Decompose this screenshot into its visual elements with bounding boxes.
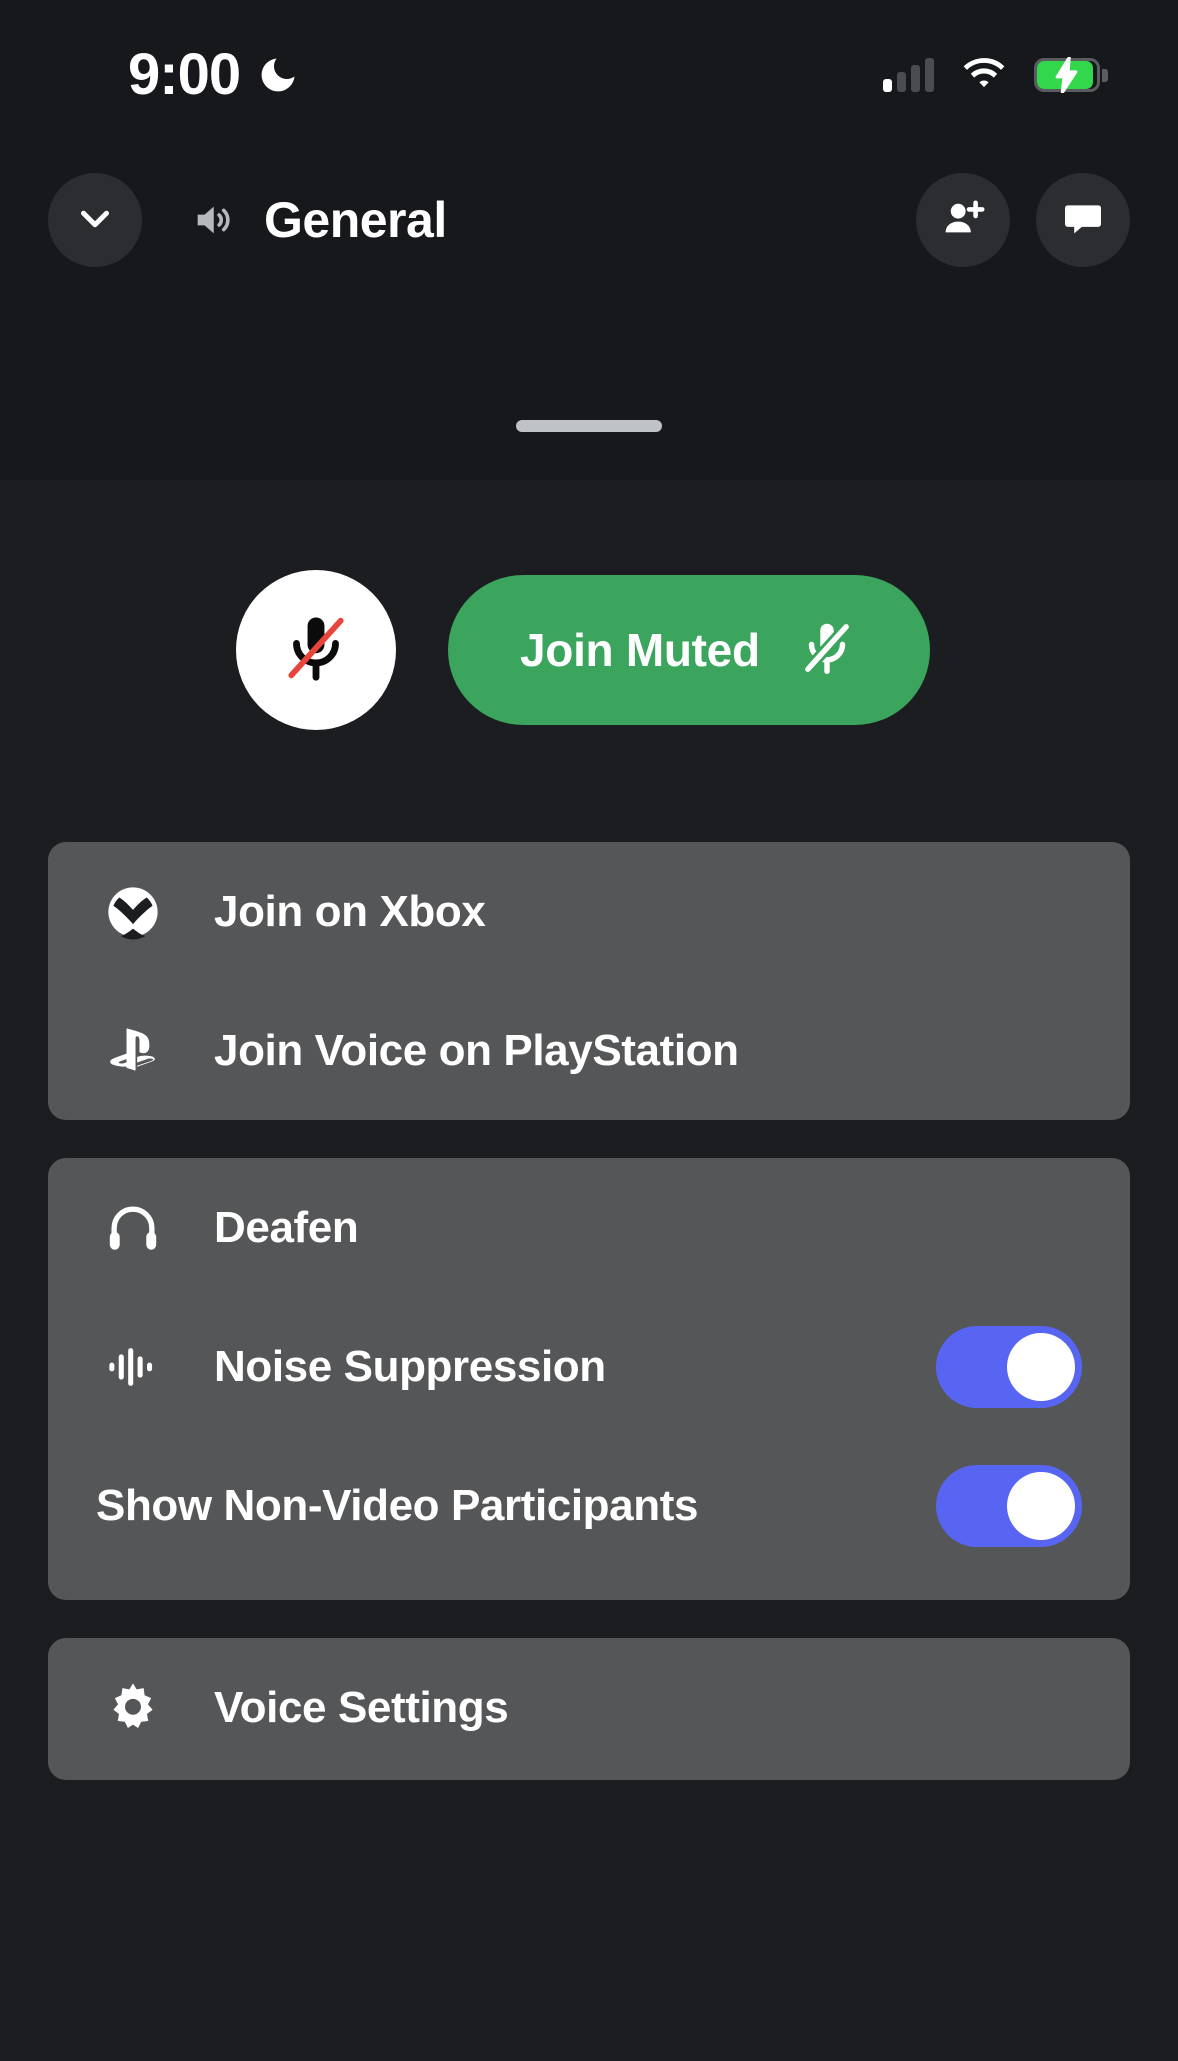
channel-header: General bbox=[0, 150, 1178, 290]
crescent-moon-icon bbox=[256, 53, 300, 97]
show-non-video-participants-toggle[interactable] bbox=[936, 1464, 1082, 1547]
mute-toggle-button[interactable] bbox=[236, 570, 396, 730]
collapse-button[interactable] bbox=[48, 173, 142, 267]
xbox-icon bbox=[96, 883, 170, 941]
list-item-label: Join on Xbox bbox=[214, 886, 486, 936]
voice-settings-card: Voice Settings bbox=[48, 1638, 1130, 1780]
microphone-muted-icon bbox=[277, 609, 355, 692]
microphone-muted-icon bbox=[796, 617, 858, 684]
join-controls: Join Muted bbox=[0, 570, 1178, 730]
list-item-deafen[interactable]: Deafen bbox=[48, 1158, 1130, 1297]
toggle-knob bbox=[1007, 1332, 1075, 1401]
discord-voice-channel-sheet: 9:00 General Join Muted Join on Xbox Joi… bbox=[0, 0, 1178, 2061]
list-item-noise-suppression[interactable]: Noise Suppression bbox=[48, 1297, 1130, 1436]
chat-button[interactable] bbox=[1036, 173, 1130, 267]
waveform-icon bbox=[96, 1338, 170, 1396]
header-actions bbox=[916, 173, 1130, 267]
join-muted-label: Join Muted bbox=[520, 624, 760, 676]
status-time: 9:00 bbox=[128, 42, 241, 107]
list-item-join-playstation[interactable]: Join Voice on PlayStation bbox=[48, 981, 1130, 1120]
gear-icon bbox=[96, 1679, 170, 1737]
list-item-show-non-video-participants[interactable]: Show Non-Video Participants bbox=[48, 1436, 1130, 1575]
headphones-icon bbox=[96, 1199, 170, 1257]
voice-options-sheet: Join Muted Join on Xbox Join Voice on Pl… bbox=[0, 420, 1178, 2061]
status-bar-left: 9:00 bbox=[128, 46, 300, 104]
toggle-knob bbox=[1007, 1471, 1075, 1540]
add-member-button[interactable] bbox=[916, 173, 1010, 267]
list-item-join-xbox[interactable]: Join on Xbox bbox=[48, 842, 1130, 981]
chat-bubble-icon bbox=[1060, 195, 1106, 246]
join-muted-button[interactable]: Join Muted bbox=[448, 575, 930, 725]
list-item-label: Noise Suppression bbox=[214, 1341, 606, 1391]
page-title: General bbox=[264, 192, 447, 248]
status-bar-right bbox=[883, 55, 1108, 95]
audio-options-card: Deafen Noise Suppression Show Non-Video … bbox=[48, 1158, 1130, 1600]
wifi-icon bbox=[962, 58, 1006, 92]
sheet-drag-handle[interactable] bbox=[516, 420, 662, 432]
noise-suppression-toggle[interactable] bbox=[936, 1325, 1082, 1408]
person-add-icon bbox=[939, 194, 987, 247]
list-item-label: Voice Settings bbox=[214, 1682, 509, 1732]
status-bar: 9:00 bbox=[0, 0, 1178, 150]
list-item-label: Show Non-Video Participants bbox=[96, 1480, 699, 1530]
list-item-label: Deafen bbox=[214, 1202, 359, 1252]
cellular-signal-icon bbox=[883, 58, 934, 92]
list-item-label: Join Voice on PlayStation bbox=[214, 1025, 739, 1075]
speaker-volume-icon bbox=[190, 197, 236, 243]
battery-charging-icon bbox=[1034, 55, 1108, 95]
playstation-icon bbox=[96, 1024, 170, 1078]
list-item-voice-settings[interactable]: Voice Settings bbox=[48, 1638, 1130, 1777]
chevron-down-icon bbox=[72, 195, 118, 246]
console-options-card: Join on Xbox Join Voice on PlayStation bbox=[48, 842, 1130, 1120]
